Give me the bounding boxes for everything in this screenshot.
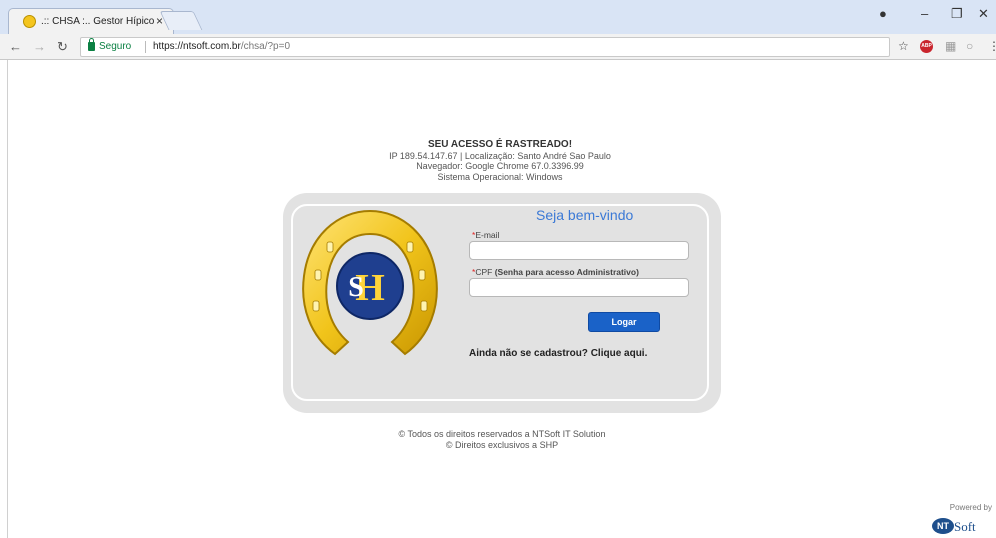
menu-icon[interactable]: ⋮ bbox=[988, 39, 996, 53]
url-text: https://ntsoft.com.br/chsa/?p=0 bbox=[153, 41, 290, 52]
secure-label: Seguro bbox=[99, 41, 132, 52]
minimize-icon[interactable]: – bbox=[921, 6, 928, 21]
browser-toolbar: ← → ↻ Seguro https://ntsoft.com.br/chsa/… bbox=[0, 34, 996, 60]
ntsoft-logo[interactable]: NT Soft bbox=[931, 513, 981, 537]
lock-icon bbox=[88, 38, 95, 51]
forward-icon[interactable]: → bbox=[33, 39, 46, 54]
signup-link[interactable]: Ainda não se cadastrou? Clique aqui. bbox=[469, 348, 647, 359]
ntsoft-brand: Soft bbox=[954, 519, 976, 534]
account-icon[interactable]: ● bbox=[879, 6, 887, 21]
ntsoft-mark: NT bbox=[937, 521, 949, 531]
login-button[interactable]: Logar bbox=[588, 312, 660, 332]
extension-icon[interactable]: ▦ bbox=[945, 39, 956, 53]
url-path: /chsa/?p=0 bbox=[240, 41, 291, 52]
cpf-password-field[interactable] bbox=[469, 278, 689, 297]
cpf-label-note: (Senha para acesso Administrativo) bbox=[494, 267, 639, 277]
address-divider bbox=[145, 41, 146, 53]
copyright-line: © Todos os direitos reservados a NTSoft … bbox=[398, 429, 606, 439]
tracking-browser: Navegador: Google Chrome 67.0.3396.99 bbox=[416, 161, 584, 171]
browser-tab[interactable]: .:: CHSA :.. Gestor Hípico × bbox=[8, 8, 174, 34]
exclusive-rights-line: © Direitos exclusivos a SHP bbox=[445, 439, 559, 450]
extension-circle-icon[interactable]: ○ bbox=[966, 39, 973, 53]
chsa-horseshoe-logo: H S bbox=[302, 209, 438, 356]
email-label: *E-mail bbox=[472, 230, 500, 240]
close-icon[interactable]: ✕ bbox=[978, 6, 989, 22]
url-host: https://ntsoft.com.br bbox=[153, 41, 241, 52]
tracking-os: Sistema Operacional: Windows bbox=[437, 171, 563, 182]
tracking-notice: SEU ACESSO É RASTREADO! IP 189.54.147.67… bbox=[300, 139, 700, 182]
powered-by-label: Powered by bbox=[949, 503, 992, 512]
welcome-title: Seja bem-vindo bbox=[536, 207, 634, 223]
site-favicon-icon bbox=[23, 15, 36, 28]
email-field[interactable] bbox=[469, 241, 689, 260]
svg-text:S: S bbox=[348, 272, 364, 303]
tracking-ip: IP 189.54.147.67 | Localização: Santo An… bbox=[389, 150, 611, 161]
address-bar[interactable]: Seguro https://ntsoft.com.br/chsa/?p=0 bbox=[80, 37, 890, 57]
browser-tabstrip: .:: CHSA :.. Gestor Hípico × ● – ❐ ✕ bbox=[0, 0, 996, 34]
adblock-icon[interactable]: ABP bbox=[920, 40, 933, 53]
cpf-label: *CPF (Senha para acesso Administrativo) bbox=[472, 267, 639, 277]
reload-icon[interactable]: ↻ bbox=[57, 39, 68, 55]
page-footer: © Todos os direitos reservados a NTSoft … bbox=[300, 429, 704, 450]
tracking-heading: SEU ACESSO É RASTREADO! bbox=[427, 139, 573, 150]
back-icon[interactable]: ← bbox=[9, 39, 22, 54]
tab-title: .:: CHSA :.. Gestor Hípico bbox=[41, 16, 155, 27]
page-left-edge bbox=[0, 60, 8, 538]
maximize-icon[interactable]: ❐ bbox=[951, 6, 963, 22]
bookmark-star-icon[interactable]: ☆ bbox=[898, 39, 909, 53]
